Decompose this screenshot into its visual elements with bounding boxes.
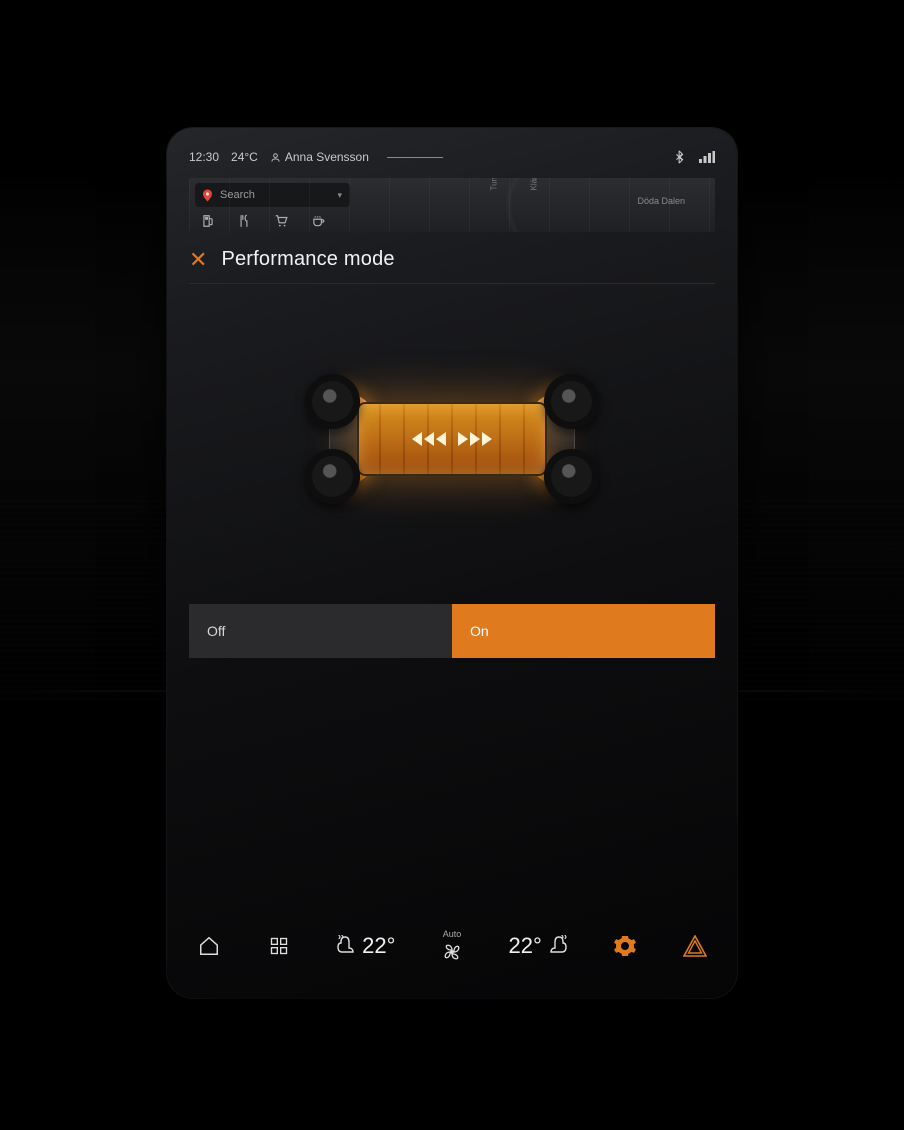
passenger-temp-value: 22° bbox=[509, 933, 542, 959]
hazard-button[interactable] bbox=[683, 934, 707, 958]
apps-grid-icon bbox=[269, 936, 289, 956]
signal-icon bbox=[699, 151, 715, 163]
passenger-climate-button[interactable]: 22° bbox=[509, 933, 568, 959]
map-preview-strip[interactable]: Search ▾ Tunnelvägen Klämlvägen Döda Dal… bbox=[189, 178, 715, 232]
fan-button[interactable]: Auto bbox=[441, 929, 463, 963]
poi-category-row bbox=[201, 214, 326, 228]
profile-indicator[interactable]: Anna Svensson bbox=[270, 150, 369, 164]
poi-fuel-icon[interactable] bbox=[201, 214, 215, 228]
map-road-label-1: Tunnelvägen bbox=[490, 178, 499, 191]
poi-restaurant-icon[interactable] bbox=[237, 214, 251, 228]
bluetooth-icon bbox=[675, 150, 685, 164]
page-header: ✕ Performance mode bbox=[189, 248, 715, 284]
toggle-off-button[interactable]: Off bbox=[189, 604, 452, 658]
hazard-triangle-icon bbox=[683, 935, 707, 957]
home-icon bbox=[198, 935, 220, 957]
gear-icon bbox=[613, 934, 637, 958]
wheel-graphic bbox=[544, 374, 599, 429]
apps-button[interactable] bbox=[267, 934, 291, 958]
chevron-down-icon: ▾ bbox=[337, 190, 342, 201]
map-road-label-2: Klämlvägen bbox=[530, 178, 539, 191]
power-flow-arrows-icon bbox=[412, 432, 492, 446]
settings-button[interactable] bbox=[613, 934, 637, 958]
toggle-on-label: On bbox=[470, 623, 489, 639]
fan-icon bbox=[441, 941, 463, 963]
close-icon[interactable]: ✕ bbox=[189, 249, 207, 271]
driver-temp-value: 22° bbox=[362, 933, 395, 959]
battery-pack-graphic bbox=[357, 402, 547, 476]
home-button[interactable] bbox=[197, 934, 221, 958]
profile-name: Anna Svensson bbox=[285, 150, 369, 164]
driver-climate-button[interactable]: 22° bbox=[336, 933, 395, 959]
map-search-pill[interactable]: Search ▾ bbox=[195, 183, 350, 207]
search-placeholder: Search bbox=[220, 189, 255, 201]
google-pin-icon bbox=[203, 189, 212, 202]
poi-coffee-icon[interactable] bbox=[311, 214, 326, 228]
status-bar: 12:30 24°C Anna Svensson bbox=[189, 146, 715, 168]
wheel-graphic bbox=[305, 449, 360, 504]
bottom-dock: 22° Auto 22° bbox=[189, 916, 715, 976]
outside-temp: 24°C bbox=[231, 150, 258, 164]
powertrain-illustration bbox=[189, 334, 715, 544]
status-divider-line bbox=[387, 157, 443, 158]
person-icon bbox=[270, 152, 281, 163]
poi-shopping-icon[interactable] bbox=[273, 214, 289, 228]
seat-heat-right-icon bbox=[548, 934, 568, 958]
toggle-on-button[interactable]: On bbox=[452, 604, 715, 658]
status-left-cluster: 12:30 24°C Anna Svensson bbox=[189, 150, 443, 164]
seat-heat-left-icon bbox=[336, 934, 356, 958]
performance-mode-toggle: Off On bbox=[189, 604, 715, 658]
map-area-label: Döda Dalen bbox=[637, 196, 685, 206]
page-title: Performance mode bbox=[221, 248, 394, 271]
clock: 12:30 bbox=[189, 150, 219, 164]
status-right-cluster bbox=[675, 150, 715, 164]
wheel-graphic bbox=[305, 374, 360, 429]
toggle-off-label: Off bbox=[207, 623, 225, 639]
center-display: 12:30 24°C Anna Svensson bbox=[167, 128, 737, 998]
wheel-graphic bbox=[544, 449, 599, 504]
fan-mode-label: Auto bbox=[443, 929, 462, 939]
